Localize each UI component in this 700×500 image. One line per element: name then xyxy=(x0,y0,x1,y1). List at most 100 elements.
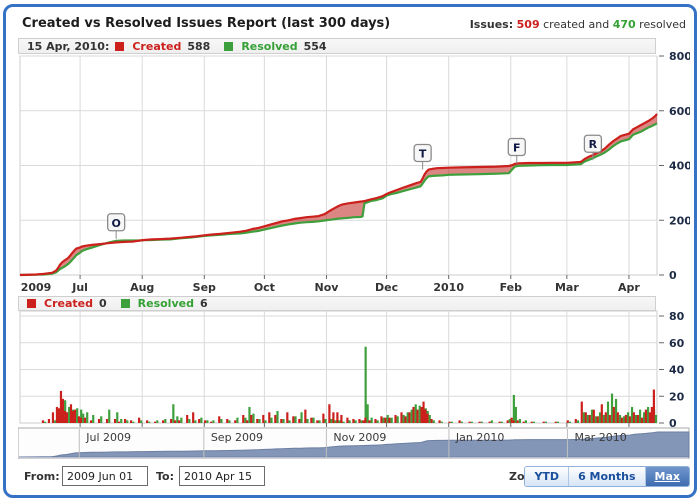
to-date-input[interactable] xyxy=(179,466,265,486)
created-bar xyxy=(174,420,176,423)
created-bar xyxy=(250,415,252,423)
resolved-swatch-icon xyxy=(224,42,233,51)
resolved-bar xyxy=(164,419,166,423)
main-xlabel: Apr xyxy=(618,281,640,294)
created-bar xyxy=(316,420,318,423)
issues-summary: Issues: 509 created and 470 resolved xyxy=(470,18,686,31)
resolved-bar xyxy=(525,420,527,423)
main-ytick-label: 400 xyxy=(669,160,690,173)
flag-label: T xyxy=(419,148,427,161)
created-bar xyxy=(426,414,428,423)
created-bar xyxy=(645,410,647,423)
resolved-bar xyxy=(391,418,393,423)
created-bar xyxy=(362,420,364,423)
created-bar xyxy=(198,419,200,423)
created-bar xyxy=(268,412,270,423)
resolved-bar xyxy=(513,395,515,423)
created-bar xyxy=(589,415,591,423)
created-bar xyxy=(130,420,132,423)
resolved-bar xyxy=(318,420,320,423)
created-bar xyxy=(210,422,212,423)
created-bar xyxy=(80,418,82,423)
resolved-bar xyxy=(294,416,296,423)
created-bar xyxy=(114,419,116,423)
resolved-bar xyxy=(300,412,302,423)
created-bar xyxy=(310,418,312,423)
main-xlabel: Dec xyxy=(375,281,398,294)
created-bar xyxy=(66,412,68,423)
zoom-6months-button[interactable]: 6 Months xyxy=(568,467,644,486)
created-bar xyxy=(274,415,276,423)
navigator-month-label: Nov 2009 xyxy=(333,431,386,444)
created-bar xyxy=(170,419,172,423)
created-bar xyxy=(84,418,86,423)
bar-ytick-label: 80 xyxy=(669,310,685,323)
issues-label: Issues: xyxy=(470,18,513,31)
main-xlabel: Nov xyxy=(315,281,340,294)
created-bar xyxy=(479,422,481,423)
created-bar xyxy=(653,390,655,423)
resolved-bar xyxy=(172,404,174,423)
resolved-bar xyxy=(569,422,571,423)
created-bar xyxy=(597,416,599,423)
created-bar xyxy=(531,422,533,423)
resolved-bar xyxy=(365,347,367,423)
created-bar xyxy=(304,410,306,423)
resolved-bar xyxy=(343,422,345,423)
created-bar xyxy=(298,419,300,423)
navigator-month-label: Mar 2010 xyxy=(574,431,626,444)
created-bar xyxy=(56,407,58,423)
from-date-input[interactable] xyxy=(62,466,148,486)
issues-resolved-count: 470 xyxy=(613,18,636,31)
main-xlabel: Oct xyxy=(254,281,275,294)
resolved-bar xyxy=(108,410,110,423)
created-bar xyxy=(629,416,631,423)
created-bar xyxy=(48,419,50,423)
created-bar xyxy=(138,418,140,423)
created-bar xyxy=(412,407,414,423)
created-bar xyxy=(218,416,220,423)
bar-ytick-label: 20 xyxy=(669,390,685,403)
bar-plot-area xyxy=(20,311,657,423)
range-controls: From: To: Zoom: YTD 6 Months Max xyxy=(18,464,690,490)
resolved-bar xyxy=(126,420,128,423)
created-bar xyxy=(340,415,342,423)
created-bar xyxy=(256,419,258,423)
resolved-bar xyxy=(501,422,503,423)
navigator[interactable]: Jul 2009Sep 2009Nov 2009Jan 2010Mar 2010 xyxy=(18,428,689,459)
created-bar xyxy=(154,422,156,423)
created-bar xyxy=(543,422,545,423)
page-title: Created vs Resolved Issues Report (last … xyxy=(22,16,390,31)
charts-svg[interactable]: OTFR02004006008002009JulAugSepOctNovDec2… xyxy=(18,38,690,459)
created-bar xyxy=(448,422,450,423)
created-bar xyxy=(601,404,603,423)
created-bar xyxy=(511,418,513,423)
created-bar xyxy=(332,412,334,423)
flag-label: R xyxy=(589,138,598,151)
created-bar xyxy=(70,404,72,423)
created-bar xyxy=(380,416,382,423)
navigator-month-label: Jul 2009 xyxy=(85,431,131,444)
resolved-bar xyxy=(188,419,190,423)
created-bar xyxy=(458,420,460,423)
created-bar xyxy=(118,422,120,423)
created-bar xyxy=(581,402,583,423)
created-bar xyxy=(62,399,64,423)
created-bar xyxy=(507,420,509,423)
created-bar xyxy=(78,416,80,423)
created-bar xyxy=(641,418,643,423)
zoom-button-group: YTD 6 Months Max xyxy=(524,466,690,487)
to-label: To: xyxy=(156,470,174,483)
main-xlabel: 2009 xyxy=(21,281,52,294)
resolved-bar xyxy=(140,420,142,423)
created-bar xyxy=(394,415,396,423)
created-bar xyxy=(146,420,148,423)
resolved-bar xyxy=(206,420,208,423)
created-bar xyxy=(368,420,370,423)
resolved-bar xyxy=(655,415,657,423)
resolved-bar xyxy=(349,420,351,423)
zoom-ytd-button[interactable]: YTD xyxy=(525,467,568,486)
resolved-bar xyxy=(156,420,158,423)
zoom-max-button[interactable]: Max xyxy=(645,467,689,486)
resolved-bar xyxy=(258,419,260,423)
